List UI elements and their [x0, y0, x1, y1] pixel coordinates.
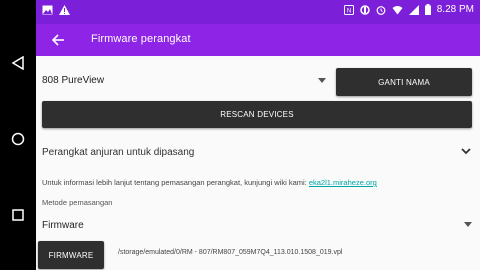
- page-title: Firmware perangkat: [91, 33, 191, 45]
- install-method-label: Metode pemasangan: [42, 198, 113, 207]
- warning-icon: [59, 5, 70, 15]
- android-nav-bar: [0, 0, 36, 270]
- signal-icon: [408, 4, 419, 15]
- battery-icon: [424, 4, 431, 15]
- rescan-devices-button[interactable]: RESCAN DEVICES: [42, 101, 472, 128]
- caret-down-icon: [464, 222, 472, 227]
- back-arrow-icon[interactable]: [50, 32, 66, 48]
- device-dropdown-value: 808 PureView: [42, 75, 105, 86]
- install-method-value: Firmware: [42, 220, 84, 231]
- app-screen: N 8.28 PM Firmware perangkat 808 PureVie…: [36, 0, 480, 270]
- triangle-back-icon: [11, 56, 24, 70]
- firmware-path-text: /storage/emulated/0/RM - 807/RM807_059M7…: [118, 249, 343, 256]
- wiki-link[interactable]: eka2l1.miraheze.org: [309, 178, 377, 187]
- firmware-button[interactable]: FIRMWARE: [38, 241, 104, 269]
- nav-back-button[interactable]: [8, 53, 28, 73]
- square-recents-icon: [12, 209, 24, 221]
- recommended-devices-label: Perangkat anjuran untuk dipasang: [42, 147, 195, 158]
- svg-text:N: N: [347, 8, 351, 14]
- device-dropdown[interactable]: 808 PureView: [42, 68, 326, 94]
- app-bar: Firmware perangkat: [36, 24, 480, 56]
- wifi-icon: [392, 5, 403, 14]
- image-icon: [42, 5, 53, 15]
- status-time: 8.28 PM: [436, 4, 474, 15]
- rename-button[interactable]: GANTI NAMA: [336, 68, 472, 96]
- install-method-dropdown[interactable]: Firmware: [42, 218, 472, 232]
- chevron-down-icon[interactable]: [460, 145, 472, 157]
- nav-home-button[interactable]: [8, 129, 28, 149]
- caret-down-icon: [318, 78, 326, 83]
- alarm-icon: [376, 5, 386, 15]
- recommended-devices-section[interactable]: Perangkat anjuran untuk dipasang: [42, 145, 472, 159]
- info-text: Untuk informasi lebih lanjut tentang pem…: [42, 178, 377, 187]
- status-bar: N 8.28 PM: [36, 0, 480, 24]
- nav-recents-button[interactable]: [8, 205, 28, 225]
- info-text-body: Untuk informasi lebih lanjut tentang pem…: [42, 178, 309, 187]
- circle-home-icon: [11, 132, 25, 146]
- sync-icon: [360, 4, 370, 15]
- nfc-icon: N: [343, 4, 354, 15]
